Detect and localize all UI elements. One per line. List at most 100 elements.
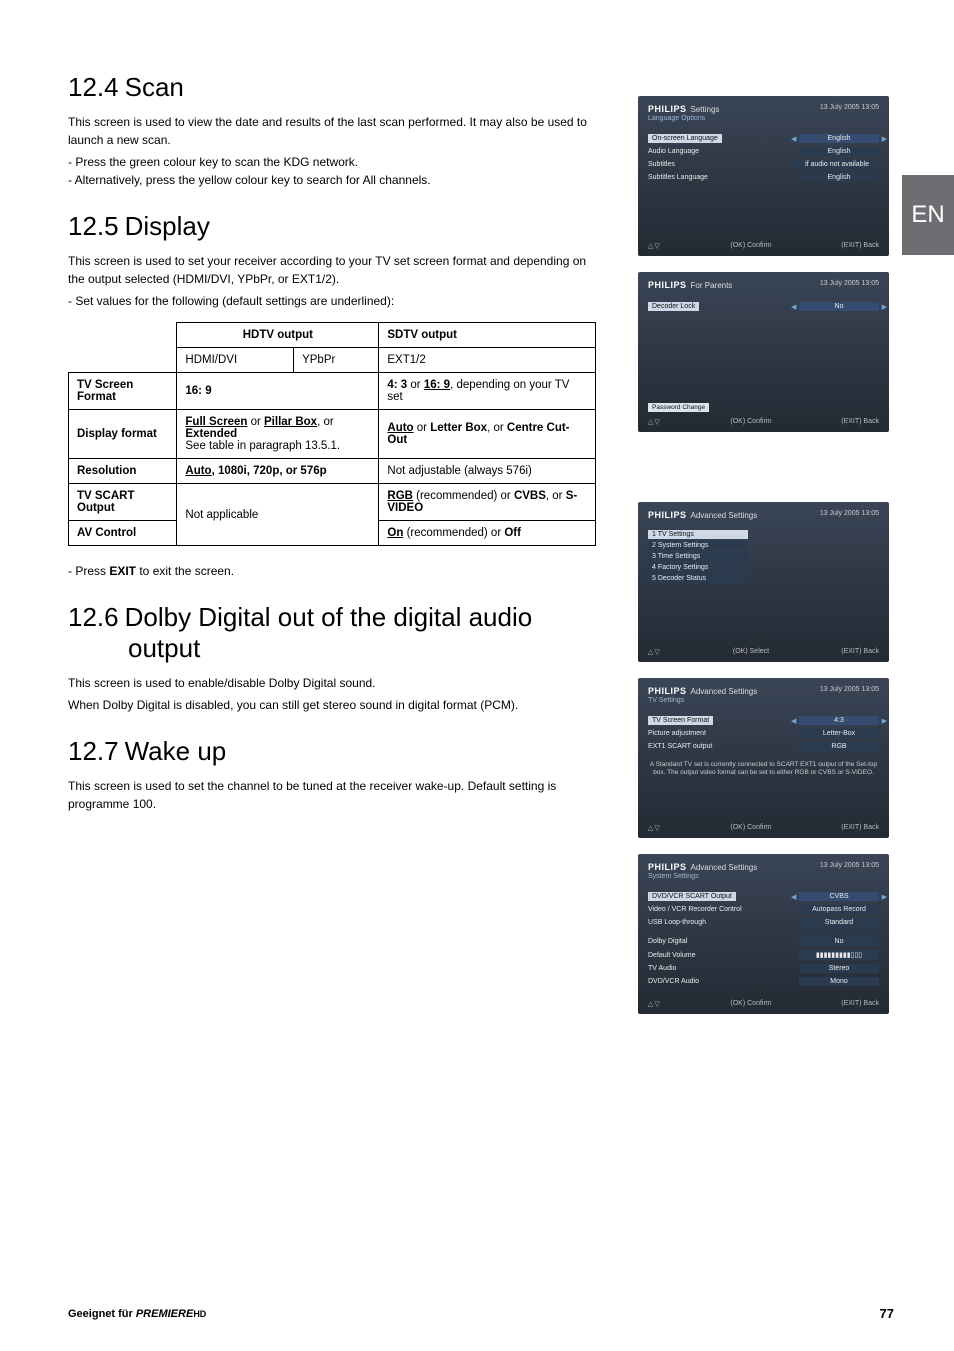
list-item: - Press EXIT to exit the screen. [68, 562, 596, 580]
paragraph: This screen is used to set the channel t… [68, 777, 596, 813]
option-value: Stereo [799, 964, 879, 973]
table-cell: RGB (recommended) or CVBS, or S-VIDEO [379, 484, 596, 521]
heading-text: Dolby Digital out of the digital audio [125, 602, 533, 632]
option-value: No [799, 302, 879, 311]
option-value: CVBS [799, 892, 879, 901]
option-label: USB Loop-through [648, 919, 706, 926]
option-label: Dolby Digital [648, 938, 687, 945]
option-row: Video / VCR Recorder Control Autopass Rec… [648, 903, 879, 916]
option-label: EXT1 SCART output [648, 743, 712, 750]
option-label: Subtitles Language [648, 174, 708, 181]
heading-num: 12.7 [68, 736, 119, 766]
paragraph: This screen is used to enable/disable Do… [68, 674, 596, 692]
philips-logo: PHILIPS [648, 510, 687, 520]
menu-item: 3 Time Settings [648, 552, 748, 561]
row-label: Display format [69, 410, 177, 459]
paragraph: This screen is used to view the date and… [68, 113, 596, 149]
dash-list: - Set values for the following (default … [68, 292, 596, 310]
menu-item: 2 System Settings [648, 541, 748, 550]
heading-text: Scan [125, 72, 184, 102]
settings-table: HDTV output SDTV output HDMI/DVI YPbPr E… [68, 322, 596, 546]
option-rows: On-screen LanguageEnglishAudio LanguageE… [648, 132, 879, 184]
table-subheader: YPbPr [294, 348, 379, 373]
option-row: Picture adjustment Letter-Box [648, 727, 879, 740]
list-item: - Press the green colour key to scan the… [68, 153, 596, 171]
option-value: English [799, 134, 879, 143]
option-value [799, 931, 879, 933]
page: 12.4Scan This screen is used to view the… [0, 0, 954, 857]
heading-dolby: 12.6Dolby Digital out of the digital aud… [68, 602, 596, 664]
philips-logo: PHILIPS [648, 104, 687, 114]
menu-item: 5 Decoder Status [648, 574, 748, 583]
table-cell: Auto, 1080i, 720p, or 576p [177, 459, 379, 484]
heading-display: 12.5Display [68, 211, 596, 242]
option-value: English [799, 147, 879, 156]
option-label: Subtitles [648, 161, 675, 168]
option-value: English [799, 173, 879, 182]
option-value: if audio not available [795, 160, 879, 169]
option-row: USB Loop-throughStandard [648, 916, 879, 929]
option-label: Picture adjustment [648, 730, 706, 737]
option-rows: DVD/VCR SCART OutputCVBSVideo / VCR Reco… [648, 890, 879, 988]
confirm-hint: (OK) Confirm [730, 1000, 771, 1008]
philips-logo: PHILIPS [648, 280, 687, 290]
date-label: 13 July 2005 13:05 [820, 686, 879, 693]
screen-title: Advanced Settings [691, 687, 758, 696]
screen-footer: (OK) Confirm(EXIT) Back [648, 242, 879, 250]
option-row: Dolby DigitalNo [648, 935, 879, 948]
nav-arrows-icon [648, 824, 661, 832]
option-rows: Decoder LockNo [648, 300, 879, 313]
heading-text: Wake up [125, 736, 227, 766]
menu-item: 1 TV Settings [648, 530, 748, 539]
empty-cell [69, 323, 177, 373]
table-header: SDTV output [379, 323, 596, 348]
philips-logo: PHILIPS [648, 862, 687, 872]
list-item: - Set values for the following (default … [68, 292, 596, 310]
option-label: TV Audio [648, 965, 676, 972]
option-row: DVD/VCR AudioMono [648, 975, 879, 988]
option-value: Autopass Record [799, 905, 879, 914]
option-label: Default Volume [648, 952, 695, 959]
nav-arrows-icon [648, 242, 661, 250]
paragraph: When Dolby Digital is disabled, you can … [68, 696, 596, 714]
table-cell: Not adjustable (always 576i) [379, 459, 596, 484]
option-row: EXT1 SCART outputRGB [648, 740, 879, 753]
option-row: Subtitles if audio not available [648, 158, 879, 171]
screen-title: Advanced Settings [691, 863, 758, 872]
heading-num: 12.6 [68, 602, 119, 632]
screen-title: For Parents [691, 281, 733, 290]
heading-text-cont: output [68, 633, 596, 664]
back-hint: (EXIT) Back [841, 648, 879, 656]
select-hint: (OK) Select [733, 648, 769, 656]
note-text: A Standard TV set is currently connected… [648, 761, 879, 778]
paragraph: This screen is used to set your receiver… [68, 252, 596, 288]
option-label: Video / VCR Recorder Control [648, 906, 742, 913]
table-subheader: EXT1/2 [379, 348, 596, 373]
row-label: Resolution [69, 459, 177, 484]
option-row: Subtitles Language English [648, 171, 879, 184]
screen-footer: (OK) Confirm(EXIT) Back [648, 418, 879, 426]
option-rows: TV Screen Format4:3Picture adjustmentLet… [648, 714, 879, 753]
screen-title: Advanced Settings [691, 511, 758, 520]
row-label: TV SCART Output [69, 484, 177, 521]
date-label: 13 July 2005 13:05 [820, 510, 879, 517]
screen-footer: (OK) Select (EXIT) Back [648, 648, 879, 656]
row-label: AV Control [69, 521, 177, 546]
option-row: TV Audio Stereo [648, 962, 879, 975]
option-row: On-screen LanguageEnglish [648, 132, 879, 145]
table-header: HDTV output [177, 323, 379, 348]
option-row: Audio LanguageEnglish [648, 145, 879, 158]
row-label: TV Screen Format [69, 373, 177, 410]
menu-list: 1 TV Settings 2 System Settings 3 Time Set… [648, 530, 879, 583]
philips-logo: PHILIPS [648, 686, 687, 696]
table-cell: Not applicable [177, 484, 379, 546]
confirm-hint: (OK) Confirm [730, 824, 771, 832]
nav-arrows-icon [648, 418, 661, 426]
table-cell: Full Screen or Pillar Box, or ExtendedSe… [177, 410, 379, 459]
back-hint: (EXIT) Back [841, 824, 879, 832]
screen-footer: (OK) Confirm(EXIT) Back [648, 1000, 879, 1008]
option-value: Letter-Box [799, 729, 879, 738]
back-hint: (EXIT) Back [841, 418, 879, 426]
screenshot-column: PHILIPSSettings Language Options 13 July… [638, 96, 889, 1030]
dash-list: - Press the green colour key to scan the… [68, 153, 596, 189]
